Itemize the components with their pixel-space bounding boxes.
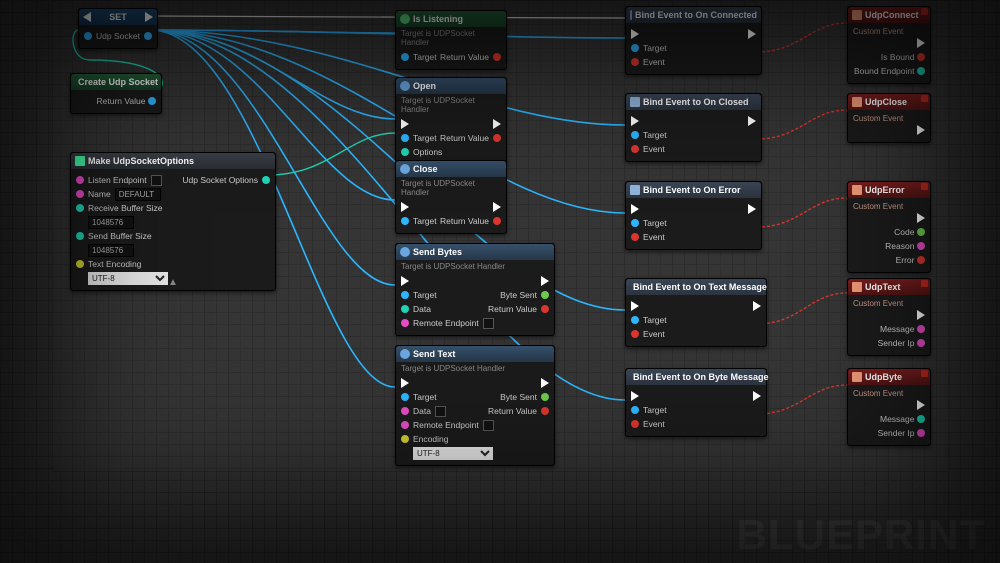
node-send-bytes[interactable]: Send Bytes Target is UDPSocket Handler T… — [395, 243, 555, 336]
send-buffer-input[interactable] — [88, 244, 134, 257]
node-bind-on-text-message[interactable]: Bind Event to On Text Message Target Eve… — [625, 278, 767, 347]
node-header: Create Udp Socket — [71, 74, 161, 90]
custom-event-icon — [852, 10, 862, 20]
custom-event-icon — [852, 372, 862, 382]
function-icon — [400, 164, 410, 174]
node-create-udp-socket[interactable]: Create Udp Socket Return Value — [70, 73, 162, 114]
blueprint-canvas[interactable]: SET Udp Socket Create Udp Socket Return … — [0, 0, 1000, 563]
remote-endpoint-checkbox[interactable] — [483, 318, 494, 329]
remote-endpoint-checkbox[interactable] — [483, 420, 494, 431]
node-bind-on-connected[interactable]: Bind Event to On Connected Target Event — [625, 6, 762, 75]
watermark-text: BLUEPRINT — [737, 511, 986, 559]
receive-buffer-input[interactable] — [88, 216, 134, 229]
node-is-listening[interactable]: Is Listening Target is UDPSocket Handler… — [395, 10, 507, 70]
struct-icon — [75, 156, 85, 166]
node-event-udp-text[interactable]: UdpText Custom Event Message Sender Ip — [847, 278, 931, 356]
node-open[interactable]: Open Target is UDPSocket Handler TargetR… — [395, 77, 507, 165]
custom-event-icon — [852, 282, 862, 292]
encoding-select[interactable]: UTF-8 — [413, 447, 493, 460]
node-header: Make UdpSocketOptions — [71, 153, 275, 169]
data-checkbox[interactable] — [435, 406, 446, 417]
node-event-udp-connect[interactable]: UdpConnect Custom Event Is Bound Bound E… — [847, 6, 931, 84]
custom-event-icon — [852, 97, 862, 107]
function-icon — [400, 14, 410, 24]
event-icon — [630, 185, 640, 195]
listen-endpoint-checkbox[interactable] — [151, 175, 162, 186]
function-icon — [400, 81, 410, 91]
node-header: SET — [79, 9, 157, 25]
node-bind-on-byte-message[interactable]: Bind Event to On Byte Message Target Eve… — [625, 368, 767, 437]
name-input[interactable] — [115, 188, 161, 201]
event-icon — [630, 97, 640, 107]
node-close[interactable]: Close Target is UDPSocket Handler Target… — [395, 160, 507, 234]
node-event-udp-close[interactable]: UdpClose Custom Event — [847, 93, 931, 143]
custom-event-icon — [852, 185, 862, 195]
event-icon — [630, 10, 632, 20]
node-bind-on-closed[interactable]: Bind Event to On Closed Target Event — [625, 93, 762, 162]
function-icon — [400, 247, 410, 257]
encoding-select[interactable]: UTF-8 — [88, 272, 168, 285]
function-icon — [400, 349, 410, 359]
node-make-udp-socket-options[interactable]: Make UdpSocketOptions Listen EndpointUdp… — [70, 152, 276, 291]
node-set-variable[interactable]: SET Udp Socket — [78, 8, 158, 49]
node-event-udp-byte[interactable]: UdpByte Custom Event Message Sender Ip — [847, 368, 931, 446]
node-event-udp-error[interactable]: UdpError Custom Event Code Reason Error — [847, 181, 931, 273]
node-bind-on-error[interactable]: Bind Event to On Error Target Event — [625, 181, 762, 250]
node-send-text[interactable]: Send Text Target is UDPSocket Handler Ta… — [395, 345, 555, 466]
expand-caret-icon[interactable]: ▲ — [168, 277, 178, 288]
